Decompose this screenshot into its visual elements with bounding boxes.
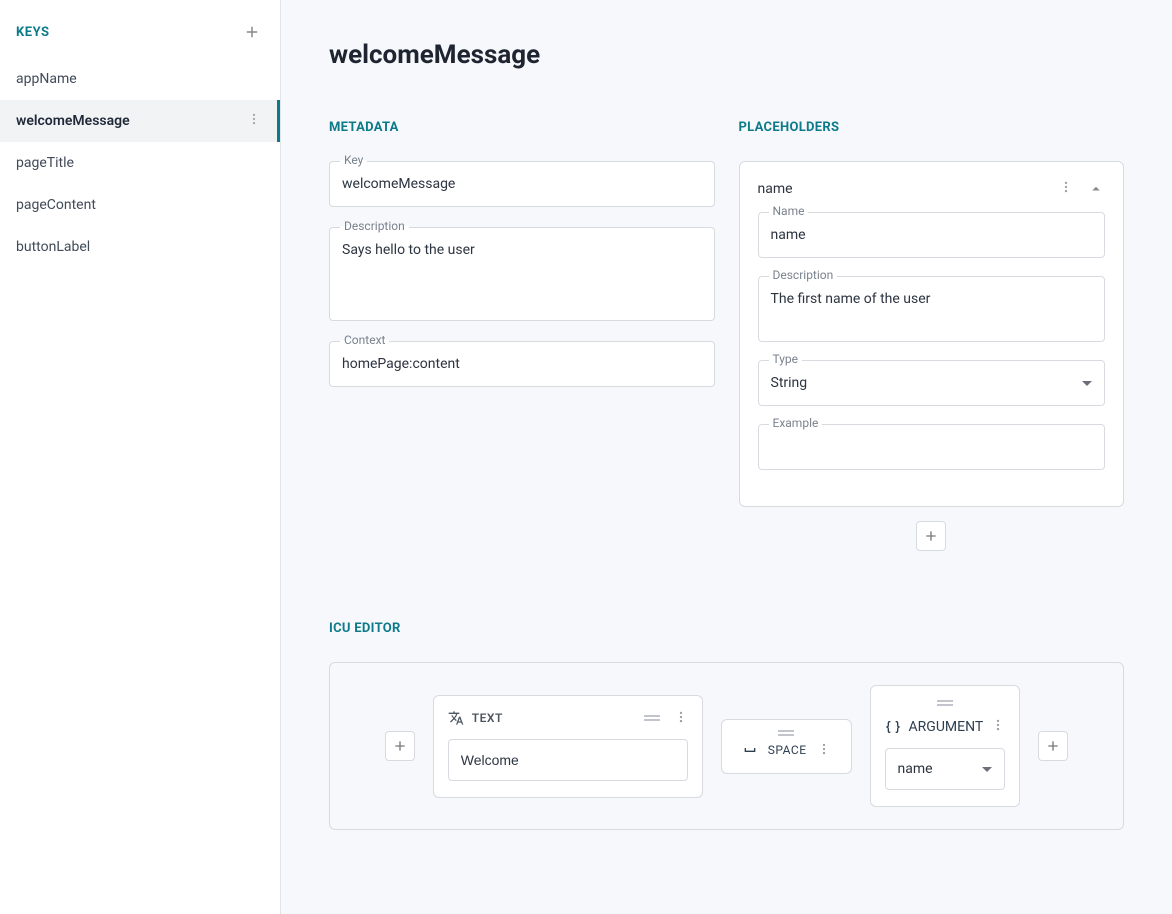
metadata-heading: METADATA — [329, 120, 715, 135]
space-bar-icon — [742, 742, 758, 758]
sidebar: KEYS appName welcomeMessage pageTitle pageC… — [0, 0, 281, 914]
sidebar-item-more-button[interactable] — [247, 112, 261, 130]
sidebar-item-label: appName — [16, 71, 77, 87]
ph-example-field: Example — [758, 424, 1106, 470]
ph-description-label: Description — [769, 268, 838, 282]
ph-description-field: Description — [758, 276, 1106, 342]
sidebar-item-label: pageTitle — [16, 155, 74, 171]
context-input[interactable] — [330, 342, 714, 386]
ph-type-value: String — [771, 375, 808, 391]
ph-name-field: Name — [758, 212, 1106, 258]
icu-text-input[interactable] — [448, 739, 688, 781]
sidebar-item-label: pageContent — [16, 197, 96, 213]
plus-icon — [243, 23, 261, 41]
icu-argument-value: name — [898, 761, 933, 777]
main-content: welcomeMessage METADATA Key Description … — [281, 0, 1172, 914]
sidebar-item-buttonLabel[interactable]: buttonLabel — [0, 226, 280, 268]
more-vert-icon — [1059, 180, 1073, 194]
add-key-button[interactable] — [240, 20, 264, 44]
sidebar-item-label: buttonLabel — [16, 239, 90, 255]
metadata-section: METADATA Key Description Context — [329, 120, 715, 551]
key-field-label: Key — [340, 153, 367, 167]
chevron-up-icon — [1087, 180, 1105, 198]
description-field-label: Description — [340, 219, 409, 233]
description-input[interactable] — [330, 228, 714, 316]
more-vert-icon — [991, 718, 1005, 732]
placeholders-section: PLACEHOLDERS name Name — [739, 120, 1125, 551]
placeholder-collapse-button[interactable] — [1087, 180, 1105, 198]
sidebar-item-welcomeMessage[interactable]: welcomeMessage — [0, 100, 280, 142]
icu-heading: ICU EDITOR — [329, 621, 1124, 636]
braces-icon — [885, 719, 901, 735]
icu-argument-select[interactable]: name — [885, 748, 1006, 790]
placeholder-more-button[interactable] — [1059, 180, 1073, 198]
drag-handle-icon[interactable] — [778, 730, 794, 736]
sidebar-item-pageTitle[interactable]: pageTitle — [0, 142, 280, 184]
ph-description-input[interactable] — [759, 277, 1105, 337]
icu-text-label: TEXT — [472, 711, 503, 725]
more-vert-icon — [674, 710, 688, 724]
ph-example-label: Example — [769, 416, 823, 430]
drag-handle-icon[interactable] — [644, 715, 660, 721]
ph-name-input[interactable] — [759, 213, 1105, 257]
icu-add-before-button[interactable] — [385, 731, 415, 761]
ph-example-input[interactable] — [759, 425, 1105, 469]
context-field: Context — [329, 341, 715, 387]
plus-icon — [1045, 738, 1061, 754]
caret-down-icon — [982, 767, 992, 772]
icu-space-block: SPACE — [721, 719, 852, 774]
ph-name-label: Name — [769, 204, 809, 218]
icu-section: ICU EDITOR TEXT — [329, 621, 1124, 830]
key-list: appName welcomeMessage pageTitle pageConten… — [0, 58, 280, 268]
page-title: welcomeMessage — [329, 40, 1124, 70]
icu-add-after-button[interactable] — [1038, 731, 1068, 761]
more-vert-icon — [817, 742, 831, 756]
icu-argument-block: ARGUMENT name — [870, 685, 1021, 807]
placeholder-card-header: name — [758, 180, 1106, 198]
add-placeholder-button[interactable] — [916, 521, 946, 551]
description-field: Description — [329, 227, 715, 321]
sidebar-title: KEYS — [16, 25, 50, 40]
placeholders-heading: PLACEHOLDERS — [739, 120, 1125, 135]
placeholder-card: name Name Description — [739, 161, 1125, 507]
icu-text-more-button[interactable] — [674, 710, 688, 727]
drag-handle-icon[interactable] — [885, 700, 1006, 706]
sidebar-header: KEYS — [0, 0, 280, 58]
sidebar-item-pageContent[interactable]: pageContent — [0, 184, 280, 226]
icu-argument-label: ARGUMENT — [909, 719, 984, 735]
placeholder-title: name — [758, 181, 1060, 197]
key-field: Key — [329, 161, 715, 207]
translate-icon — [448, 710, 464, 726]
icu-text-block: TEXT — [433, 695, 703, 798]
caret-down-icon — [1082, 381, 1092, 386]
sidebar-item-appName[interactable]: appName — [0, 58, 280, 100]
ph-type-label: Type — [769, 352, 803, 366]
context-field-label: Context — [340, 333, 389, 347]
icu-argument-more-button[interactable] — [991, 718, 1005, 736]
icu-space-label: SPACE — [768, 743, 807, 757]
ph-type-select[interactable]: String — [759, 361, 1105, 405]
plus-icon — [392, 738, 408, 754]
more-vert-icon — [247, 112, 261, 126]
key-input[interactable] — [330, 162, 714, 206]
plus-icon — [923, 528, 939, 544]
ph-type-field: Type String — [758, 360, 1106, 406]
sidebar-item-label: welcomeMessage — [16, 113, 130, 129]
icu-space-more-button[interactable] — [817, 742, 831, 759]
icu-board: TEXT SPACE — [329, 662, 1124, 830]
